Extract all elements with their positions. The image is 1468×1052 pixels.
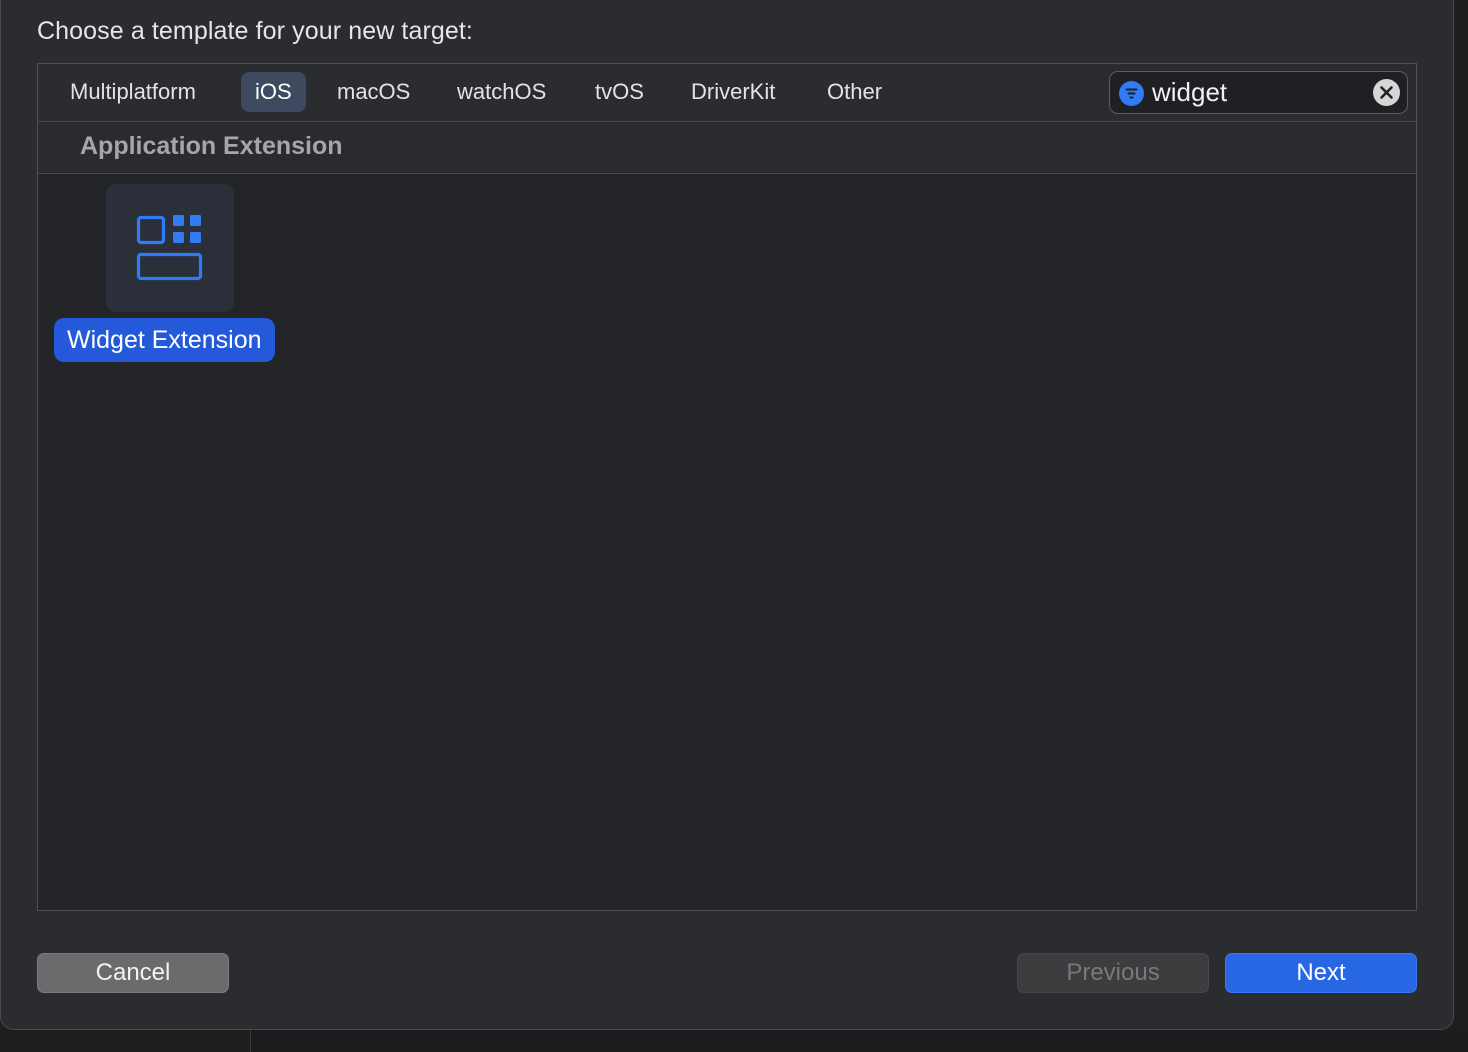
section-header: Application Extension	[38, 122, 1416, 174]
platform-tab-bar: Multiplatform iOS macOS watchOS tvOS Dri…	[38, 64, 1416, 122]
dialog-prompt: Choose a template for your new target:	[37, 17, 473, 45]
cancel-button[interactable]: Cancel	[37, 953, 229, 993]
filter-icon[interactable]	[1119, 81, 1144, 106]
clear-search-icon[interactable]	[1373, 79, 1400, 106]
search-input[interactable]	[1152, 75, 1362, 110]
tab-watchos[interactable]: watchOS	[443, 72, 560, 112]
search-field[interactable]	[1109, 71, 1408, 114]
tab-multiplatform[interactable]: Multiplatform	[56, 72, 210, 112]
tab-macos[interactable]: macOS	[323, 72, 424, 112]
next-button[interactable]: Next	[1225, 953, 1417, 993]
section-title: Application Extension	[80, 132, 343, 160]
widget-icon[interactable]	[106, 184, 234, 312]
previous-button[interactable]: Previous	[1017, 953, 1209, 993]
new-target-sheet: Choose a template for your new target: M…	[0, 0, 1454, 1030]
template-chooser: Multiplatform iOS macOS watchOS tvOS Dri…	[37, 63, 1417, 911]
template-widget-extension[interactable]: Widget Extension	[52, 182, 292, 368]
tab-tvos[interactable]: tvOS	[581, 72, 658, 112]
template-label[interactable]: Widget Extension	[54, 318, 275, 362]
tab-driverkit[interactable]: DriverKit	[677, 72, 789, 112]
tab-other[interactable]: Other	[813, 72, 896, 112]
tab-ios[interactable]: iOS	[241, 72, 306, 112]
